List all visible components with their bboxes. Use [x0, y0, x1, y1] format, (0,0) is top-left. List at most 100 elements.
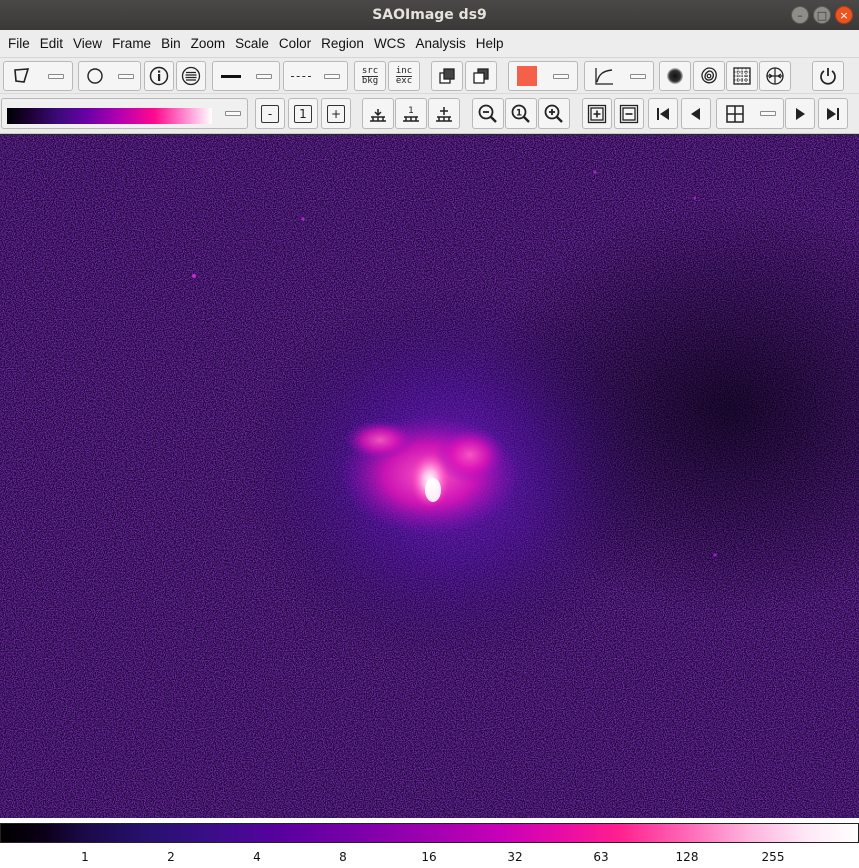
bkg-label: bkg: [361, 75, 379, 86]
window-title: SAOImage ds9: [372, 7, 487, 23]
scale-curve-button[interactable]: [584, 61, 654, 91]
colormap-select-button[interactable]: [1, 98, 248, 129]
info-icon: [149, 66, 169, 86]
bin-large-icon: [436, 106, 452, 122]
source-background-button[interactable]: src bkg: [354, 61, 386, 91]
dropdown-indicator-icon: [759, 111, 776, 116]
contour-button[interactable]: [693, 61, 725, 91]
plus-box-label: +: [327, 104, 345, 123]
move-back-button[interactable]: [465, 61, 497, 91]
inc-label: inc: [395, 65, 413, 77]
bring-to-front-icon: [439, 68, 455, 84]
menu-frame[interactable]: Frame: [107, 36, 156, 51]
power-icon: [820, 68, 836, 85]
last-frame-button[interactable]: [818, 98, 848, 129]
polygon-icon: [14, 68, 30, 83]
menu-file[interactable]: File: [3, 36, 35, 51]
colorbar-tick-label: 128: [675, 850, 699, 864]
previous-frame-button[interactable]: [681, 98, 711, 129]
exc-label: exc: [395, 75, 413, 86]
contour-icon: [701, 67, 717, 84]
menu-color[interactable]: Color: [274, 36, 316, 51]
minus-box-label: -: [261, 104, 279, 123]
crosshair-button[interactable]: [759, 61, 791, 91]
bin-one-icon: 1: [403, 106, 419, 122]
region-info-button[interactable]: [144, 61, 174, 91]
menu-region[interactable]: Region: [316, 36, 369, 51]
zoom-out-icon: [478, 104, 497, 123]
exit-button[interactable]: [812, 61, 844, 91]
bin-one-button[interactable]: 1: [395, 98, 427, 129]
menu-bar: File Edit View Frame Bin Zoom Scale Colo…: [0, 30, 859, 58]
colorbar-tick-label: 32: [507, 850, 523, 864]
smooth-button[interactable]: [659, 61, 691, 91]
menu-wcs[interactable]: WCS: [369, 36, 411, 51]
new-frame-button[interactable]: [582, 98, 612, 129]
colorbar[interactable]: [0, 823, 859, 843]
delete-frame-button[interactable]: [614, 98, 644, 129]
menu-zoom[interactable]: Zoom: [186, 36, 231, 51]
dropdown-indicator-icon: [629, 73, 646, 79]
last-frame-icon: [827, 107, 839, 120]
svg-text:1: 1: [408, 106, 414, 116]
bin-small-icon: [370, 108, 386, 122]
menu-view[interactable]: View: [68, 36, 107, 51]
frame-add-icon: [587, 104, 607, 123]
menu-scale[interactable]: Scale: [230, 36, 274, 51]
solid-line-icon: [220, 74, 241, 78]
nebula-image: [0, 135, 859, 818]
colorbar-tick-label: 2: [167, 850, 175, 864]
region-color-swatch: [517, 66, 537, 86]
close-button[interactable]: ×: [835, 6, 853, 24]
toolbar-region: src bkg inc exc: [0, 58, 859, 94]
dropdown-indicator-icon: [553, 73, 569, 79]
bin-up-button[interactable]: [428, 98, 460, 129]
include-exclude-button[interactable]: inc exc: [388, 61, 420, 91]
region-color-button[interactable]: [508, 61, 578, 91]
menu-analysis[interactable]: Analysis: [410, 36, 470, 51]
zoom-one-button[interactable]: 1: [288, 98, 318, 129]
image-canvas[interactable]: [0, 135, 859, 818]
frame-layout-button[interactable]: [716, 98, 784, 129]
zoom-in-icon: [544, 104, 563, 123]
grid-button[interactable]: [726, 61, 758, 91]
window-controls: – □ ×: [791, 6, 853, 24]
region-shape-polygon-button[interactable]: [3, 61, 73, 91]
dropdown-indicator-icon: [255, 73, 272, 79]
colorbar-tick-label: 1: [81, 850, 89, 864]
line-width-button[interactable]: [212, 61, 280, 91]
zoom-plus-button[interactable]: +: [321, 98, 351, 129]
dashed-line-icon: [290, 75, 311, 77]
next-frame-button[interactable]: [785, 98, 815, 129]
menu-edit[interactable]: Edit: [35, 36, 68, 51]
first-frame-button[interactable]: [648, 98, 678, 129]
maximize-button[interactable]: □: [813, 6, 831, 24]
region-shape-circle-button[interactable]: [78, 61, 141, 91]
zoom-out-button[interactable]: [472, 98, 504, 129]
minimize-button[interactable]: –: [791, 6, 809, 24]
toolbar-frame: - 1 + 1 1: [0, 94, 859, 134]
move-front-button[interactable]: [431, 61, 463, 91]
zoom-in-button[interactable]: [538, 98, 570, 129]
zoom-fit-button[interactable]: 1: [505, 98, 537, 129]
bin-down-button[interactable]: [362, 98, 394, 129]
send-to-back-icon: [473, 68, 489, 84]
next-frame-icon: [796, 107, 805, 120]
menu-help[interactable]: Help: [471, 36, 509, 51]
circle-icon: [87, 68, 103, 84]
crosshair-icon: [766, 67, 784, 85]
grid-icon: [733, 67, 751, 85]
menu-bin[interactable]: Bin: [156, 36, 186, 51]
dropdown-indicator-icon: [324, 73, 341, 79]
colorbar-tick-label: 255: [761, 850, 785, 864]
zoom-minus-button[interactable]: -: [255, 98, 285, 129]
log-curve-icon: [594, 68, 613, 85]
tile-layout-icon: [725, 104, 744, 123]
list-icon: [181, 66, 201, 86]
region-list-button[interactable]: [176, 61, 206, 91]
line-dash-button[interactable]: [283, 61, 348, 91]
svg-text:1: 1: [516, 108, 522, 118]
first-frame-icon: [657, 107, 669, 120]
colorbar-tick-label: 8: [339, 850, 347, 864]
frame-remove-icon: [619, 104, 639, 123]
